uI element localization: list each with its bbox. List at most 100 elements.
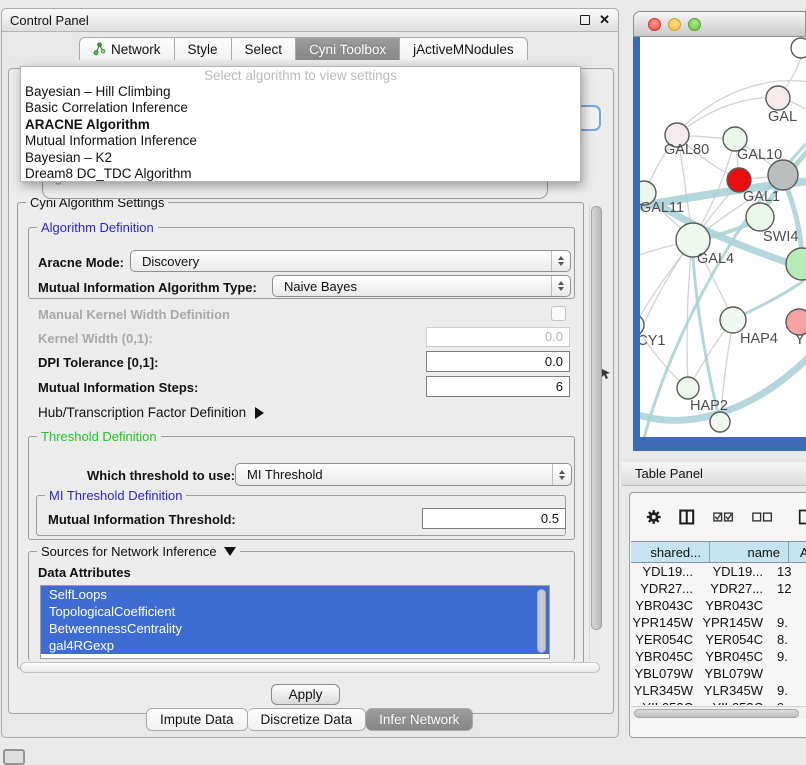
data-attributes-listbox[interactable]: SelfLoopsTopologicalCoefficientBetweenne… <box>40 585 550 659</box>
tab-select[interactable]: Select <box>232 37 297 60</box>
table-cell: YDL19... <box>701 563 771 580</box>
tab-label: Network <box>111 42 161 57</box>
manual-kernel-width-label: Manual Kernel Width Definition <box>38 307 230 322</box>
algorithm-option-bayesian-hill-climbing[interactable]: Bayesian – Hill Climbing <box>21 84 580 100</box>
new-table-icon[interactable] <box>798 508 806 526</box>
float-window-icon[interactable] <box>580 15 590 25</box>
close-traffic-light-icon[interactable] <box>648 18 661 31</box>
node-label: SWI4 <box>763 229 798 245</box>
panel-resize-cursor-icon[interactable] <box>601 368 613 380</box>
network-node-swi4[interactable] <box>746 203 774 231</box>
threshold-definition-title: Threshold Definition <box>37 429 161 444</box>
network-window-titlebar[interactable] <box>633 11 806 37</box>
settings-vertical-scrollbar[interactable] <box>589 205 602 660</box>
algorithm-option-mutual-information-inference[interactable]: Mutual Information Inference <box>21 133 580 149</box>
attribute-item-gal4rgexp[interactable]: gal4RGexp <box>41 637 549 654</box>
tab-discretize-data[interactable]: Discretize Data <box>248 708 367 731</box>
table-cell: 9. <box>771 682 806 699</box>
table-row[interactable]: YIL053CYIL053C9 <box>631 699 806 705</box>
zoom-traffic-light-icon[interactable] <box>688 18 701 31</box>
minimize-traffic-light-icon[interactable] <box>668 18 681 31</box>
table-cell: YLR345W <box>701 682 771 699</box>
manual-kernel-width-checkbox[interactable] <box>551 306 566 321</box>
table-cell: YBR043C <box>631 597 701 614</box>
attribute-item-topologicalcoefficient[interactable]: TopologicalCoefficient <box>41 603 549 620</box>
algorithm-option-bayesian-k2[interactable]: Bayesian – K2 <box>21 150 580 166</box>
mi-algorithm-type-label: Mutual Information Algorithm Type: <box>38 280 257 295</box>
deselect-all-checkboxes-icon[interactable] <box>752 510 773 524</box>
network-node[interactable] <box>786 248 806 280</box>
table-cell: YDL19... <box>631 563 701 580</box>
network-node-hap2[interactable] <box>677 377 699 399</box>
columns-icon[interactable] <box>679 508 694 526</box>
column-header-shared[interactable]: shared... <box>631 542 710 562</box>
network-node-hap4[interactable] <box>720 307 746 333</box>
table-panel-toolbar <box>630 501 806 533</box>
algorithm-option-aracne-algorithm[interactable]: ARACNE Algorithm <box>21 117 580 133</box>
aracne-mode-value: Discovery <box>131 254 199 269</box>
table-horizontal-scrollbar[interactable] <box>631 706 806 719</box>
node-label: GAL <box>768 109 797 125</box>
table-cell: YBL079W <box>631 665 701 682</box>
column-header-name[interactable]: name <box>710 542 789 562</box>
table-row[interactable]: YDL19...YDL19...13 <box>631 563 806 580</box>
table-cell: YPR145W <box>701 614 771 631</box>
tab-jactivemnodules[interactable]: jActiveMNodules <box>400 37 528 60</box>
column-header-a[interactable]: A <box>789 542 806 562</box>
collapsed-panel-button[interactable] <box>3 749 25 765</box>
select-all-checkboxes-icon[interactable] <box>713 510 734 524</box>
dpi-tolerance-field[interactable]: 0.0 <box>426 351 570 372</box>
expander-collapsed-icon <box>255 407 264 419</box>
table-horizontal-scrollbar-thumb[interactable] <box>634 709 799 718</box>
table-row[interactable]: YPR145WYPR145W9. <box>631 614 806 631</box>
network-node[interactable] <box>768 160 798 190</box>
which-threshold-combobox[interactable]: MI Threshold <box>235 463 572 486</box>
tab-impute-data[interactable]: Impute Data <box>146 708 248 731</box>
listbox-scrollbar-thumb[interactable] <box>537 589 546 653</box>
kernel-width-field[interactable]: 0.0 <box>426 327 570 347</box>
network-node[interactable] <box>791 38 806 58</box>
tab-network[interactable]: Network <box>79 37 175 60</box>
aracne-mode-combobox[interactable]: Discovery <box>130 250 571 272</box>
sources-title: Sources for Network Inference <box>41 544 217 559</box>
table-row[interactable]: YBR045CYBR045C9. <box>631 648 806 665</box>
tab-infer-network[interactable]: Infer Network <box>366 708 473 731</box>
table-cell: 8. <box>771 631 806 648</box>
table-row[interactable]: YDR27...YDR27...12 <box>631 580 806 597</box>
table-row[interactable]: YBL079WYBL079W <box>631 665 806 682</box>
table-row[interactable]: YBR043CYBR043C <box>631 597 806 614</box>
network-node[interactable] <box>710 412 730 432</box>
control-panel-titlebar: Control Panel ✕ <box>2 9 618 32</box>
table-panel-title: Table Panel <box>635 466 703 481</box>
tab-style[interactable]: Style <box>175 37 232 60</box>
table-cell: YBR045C <box>631 648 701 665</box>
algorithm-option-basic-correlation-inference[interactable]: Basic Correlation Inference <box>21 100 580 116</box>
settings-horizontal-scrollbar[interactable] <box>20 662 600 673</box>
expander-expanded-icon[interactable] <box>224 547 236 556</box>
table-cell: YPR145W <box>631 614 701 631</box>
hub-definition-expander[interactable]: Hub/Transcription Factor Definition <box>38 405 264 420</box>
attribute-item-betweennesscentrality[interactable]: BetweennessCentrality <box>41 620 549 637</box>
mi-steps-field[interactable]: 6 <box>426 376 570 397</box>
gear-icon[interactable] <box>646 508 661 526</box>
table-cell: YBR043C <box>701 597 771 614</box>
settings-vertical-scrollbar-thumb[interactable] <box>591 206 602 630</box>
attribute-item-selfloops[interactable]: SelfLoops <box>41 586 549 603</box>
algorithm-option-dream8-dc-tdc-algorithm[interactable]: Dream8 DC_TDC Algorithm <box>21 166 580 182</box>
tab-cyni-toolbox[interactable]: Cyni Toolbox <box>296 37 400 60</box>
mi-threshold-field[interactable]: 0.5 <box>422 508 566 529</box>
table-row[interactable]: YER054CYER054C8. <box>631 631 806 648</box>
combo-stepper-icon <box>551 276 570 296</box>
network-view-window[interactable]: GALGAL80GAL10GAL1GAL11SWI4GAL4GCY1HAP4YH… <box>633 11 806 444</box>
table-row[interactable]: YLR345WYLR345W9. <box>631 682 806 699</box>
mi-algorithm-type-combobox[interactable]: Naive Bayes <box>272 275 571 297</box>
table-cell: YLR345W <box>631 682 701 699</box>
table-cell: YDR27... <box>701 580 771 597</box>
network-node-gal[interactable] <box>766 86 790 110</box>
close-icon[interactable]: ✕ <box>599 15 610 25</box>
table-cell: YBL079W <box>701 665 771 682</box>
control-panel-tabbar: Network StyleSelectCyni ToolboxjActiveMNo… <box>79 37 528 60</box>
apply-button[interactable]: Apply <box>271 684 340 705</box>
mi-steps-label: Mutual Information Steps: <box>38 380 198 395</box>
network-canvas[interactable]: GALGAL80GAL10GAL1GAL11SWI4GAL4GCY1HAP4YH… <box>640 37 806 437</box>
